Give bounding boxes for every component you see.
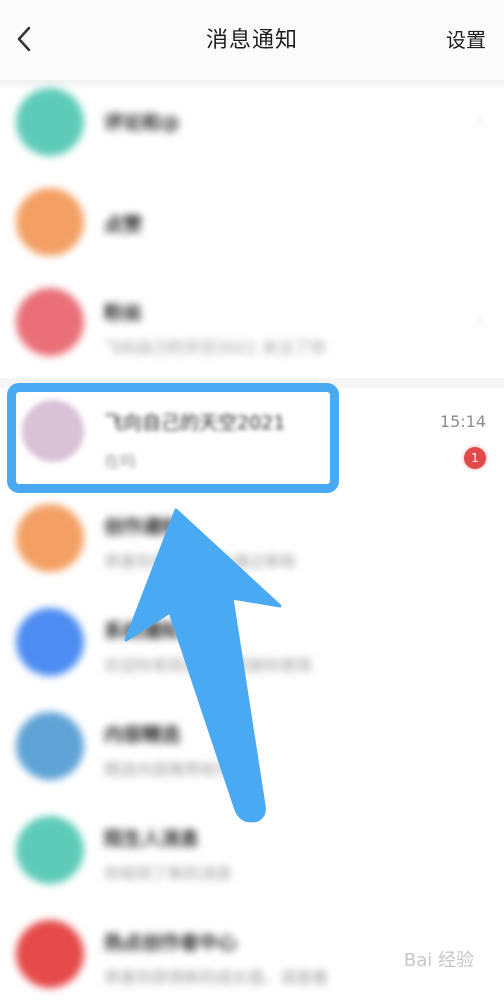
pointer-arrow	[124, 508, 282, 823]
watermark: Bai 经验	[403, 950, 474, 971]
